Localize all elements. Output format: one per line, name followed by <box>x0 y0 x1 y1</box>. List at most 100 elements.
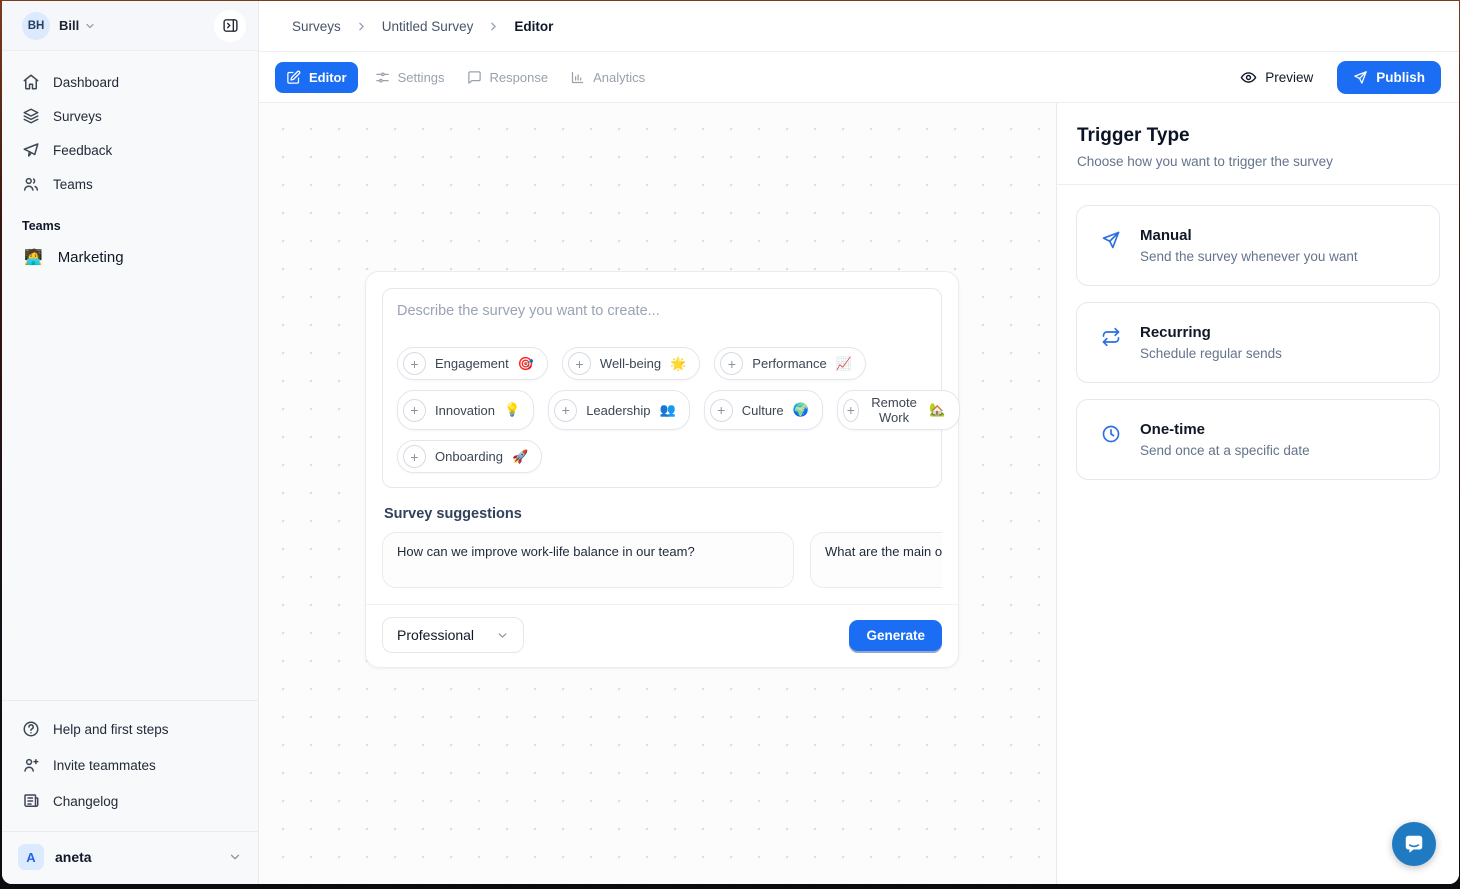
topic-emoji: 🎯 <box>518 356 534 372</box>
plus-icon: + <box>403 352 426 375</box>
tab-settings[interactable]: Settings <box>364 62 456 93</box>
messenger-icon <box>1403 833 1425 855</box>
app-window: BH Bill Dashboard Surv <box>2 1 1459 884</box>
sidebar-item-surveys[interactable]: Surveys <box>14 99 246 133</box>
breadcrumb-untitled-survey[interactable]: Untitled Survey <box>382 19 474 34</box>
preview-button[interactable]: Preview <box>1232 63 1321 92</box>
tab-response[interactable]: Response <box>456 62 560 93</box>
send-icon <box>1353 70 1368 85</box>
tone-value: Professional <box>397 627 474 643</box>
sidebar-item-invite[interactable]: Invite teammates <box>14 747 246 783</box>
layers-icon <box>22 107 40 125</box>
chevron-down-icon <box>84 20 96 32</box>
tab-label: Response <box>490 70 549 85</box>
home-icon <box>22 73 40 91</box>
publish-label: Publish <box>1376 70 1425 85</box>
tab-editor[interactable]: Editor <box>275 62 358 93</box>
team-emoji: 🧑‍💻 <box>24 248 43 266</box>
topic-emoji: 🚀 <box>512 449 528 465</box>
tab-label: Settings <box>398 70 445 85</box>
toolbar-actions: Preview Publish <box>1232 61 1441 94</box>
editor-toolbar: Editor Settings Response Analytics <box>259 52 1459 103</box>
topic-chip-innovation[interactable]: + Innovation 💡 <box>397 390 534 430</box>
suggestion-card[interactable]: How can we improve work-life balance in … <box>382 532 794 588</box>
sidebar-item-changelog[interactable]: Changelog <box>14 783 246 819</box>
plus-icon: + <box>843 399 859 422</box>
option-description: Send once at a specific date <box>1140 443 1310 458</box>
topic-emoji: 💡 <box>504 402 520 418</box>
account-switcher[interactable]: A aneta <box>2 831 258 884</box>
account-name: aneta <box>55 849 92 865</box>
workspace-name: Bill <box>59 18 79 33</box>
panel-title: Trigger Type <box>1077 125 1439 147</box>
topic-chips: + Engagement 🎯 + Well-being 🌟 <box>397 347 927 473</box>
option-title: Manual <box>1140 227 1358 244</box>
plus-icon: + <box>403 399 426 422</box>
survey-canvas[interactable]: Describe the survey you want to create..… <box>259 103 1056 884</box>
chevron-right-icon <box>355 20 368 33</box>
option-title: One-time <box>1140 421 1310 438</box>
sidebar-item-label: Feedback <box>53 143 112 158</box>
survey-prompt-input[interactable]: Describe the survey you want to create..… <box>382 288 942 488</box>
plus-icon: + <box>403 445 426 468</box>
newspaper-icon <box>22 792 40 810</box>
sidebar-item-label: Surveys <box>53 109 102 124</box>
chat-launcher-button[interactable] <box>1392 822 1436 866</box>
sidebar-item-help[interactable]: Help and first steps <box>14 711 246 747</box>
breadcrumb-surveys[interactable]: Surveys <box>292 19 341 34</box>
topic-chip-culture[interactable]: + Culture 🌍 <box>704 390 823 430</box>
sidebar-item-label: Teams <box>53 177 93 192</box>
workspace-switcher[interactable]: BH Bill <box>2 1 258 51</box>
topic-emoji: 🏡 <box>929 402 945 418</box>
sidebar-footer-nav: Help and first steps Invite teammates Ch… <box>2 700 258 823</box>
sidebar-item-feedback[interactable]: Feedback <box>14 133 246 167</box>
plus-icon: + <box>720 352 743 375</box>
topic-chip-onboarding[interactable]: + Onboarding 🚀 <box>397 440 542 473</box>
topic-emoji: 🌍 <box>793 402 809 418</box>
plus-icon: + <box>568 352 591 375</box>
editor-content: Describe the survey you want to create..… <box>259 103 1459 884</box>
topic-chip-performance[interactable]: + Performance 📈 <box>714 347 866 380</box>
sliders-icon <box>375 70 390 85</box>
chevron-right-icon <box>487 20 500 33</box>
sidebar-team-marketing[interactable]: 🧑‍💻 Marketing <box>14 237 246 277</box>
collapse-sidebar-button[interactable] <box>214 10 246 42</box>
repeat-icon <box>1101 327 1121 347</box>
suggestions-heading: Survey suggestions <box>384 506 940 522</box>
topic-chip-engagement[interactable]: + Engagement 🎯 <box>397 347 548 380</box>
ai-composer-card: Describe the survey you want to create..… <box>365 271 959 668</box>
topic-emoji: 👥 <box>660 402 676 418</box>
trigger-option-manual[interactable]: Manual Send the survey whenever you want <box>1076 205 1440 286</box>
chevron-down-icon <box>496 629 509 642</box>
tab-analytics[interactable]: Analytics <box>559 62 656 93</box>
suggestion-card[interactable]: What are the main ob <box>810 532 942 588</box>
topic-emoji: 📈 <box>836 356 852 372</box>
plus-icon: + <box>710 399 733 422</box>
tone-select[interactable]: Professional <box>382 617 524 653</box>
generate-button[interactable]: Generate <box>849 620 942 651</box>
option-description: Schedule regular sends <box>1140 346 1282 361</box>
topic-chip-well-being[interactable]: + Well-being 🌟 <box>562 347 700 380</box>
suggestions-row: How can we improve work-life balance in … <box>382 532 942 588</box>
sidebar-item-dashboard[interactable]: Dashboard <box>14 65 246 99</box>
workspace-avatar: BH <box>22 12 50 40</box>
prompt-placeholder: Describe the survey you want to create..… <box>397 303 927 319</box>
users-icon <box>22 175 40 193</box>
preview-label: Preview <box>1265 70 1313 85</box>
trigger-option-one-time[interactable]: One-time Send once at a specific date <box>1076 399 1440 480</box>
topic-chip-leadership[interactable]: + Leadership 👥 <box>548 390 690 430</box>
sidebar-item-teams[interactable]: Teams <box>14 167 246 201</box>
trigger-option-recurring[interactable]: Recurring Schedule regular sends <box>1076 302 1440 383</box>
topic-chip-remote-work[interactable]: + Remote Work 🏡 <box>837 390 960 430</box>
team-label: Marketing <box>58 249 124 266</box>
option-description: Send the survey whenever you want <box>1140 249 1358 264</box>
chat-bubble-icon <box>467 70 482 85</box>
sidebar-spacer <box>2 277 258 700</box>
main-area: Surveys Untitled Survey Editor Editor <box>259 1 1459 884</box>
eye-icon <box>1240 69 1257 86</box>
publish-button[interactable]: Publish <box>1337 61 1441 94</box>
trigger-type-panel: Trigger Type Choose how you want to trig… <box>1056 103 1459 884</box>
tab-label: Editor <box>309 70 347 85</box>
plus-icon: + <box>554 399 577 422</box>
megaphone-icon <box>22 141 40 159</box>
